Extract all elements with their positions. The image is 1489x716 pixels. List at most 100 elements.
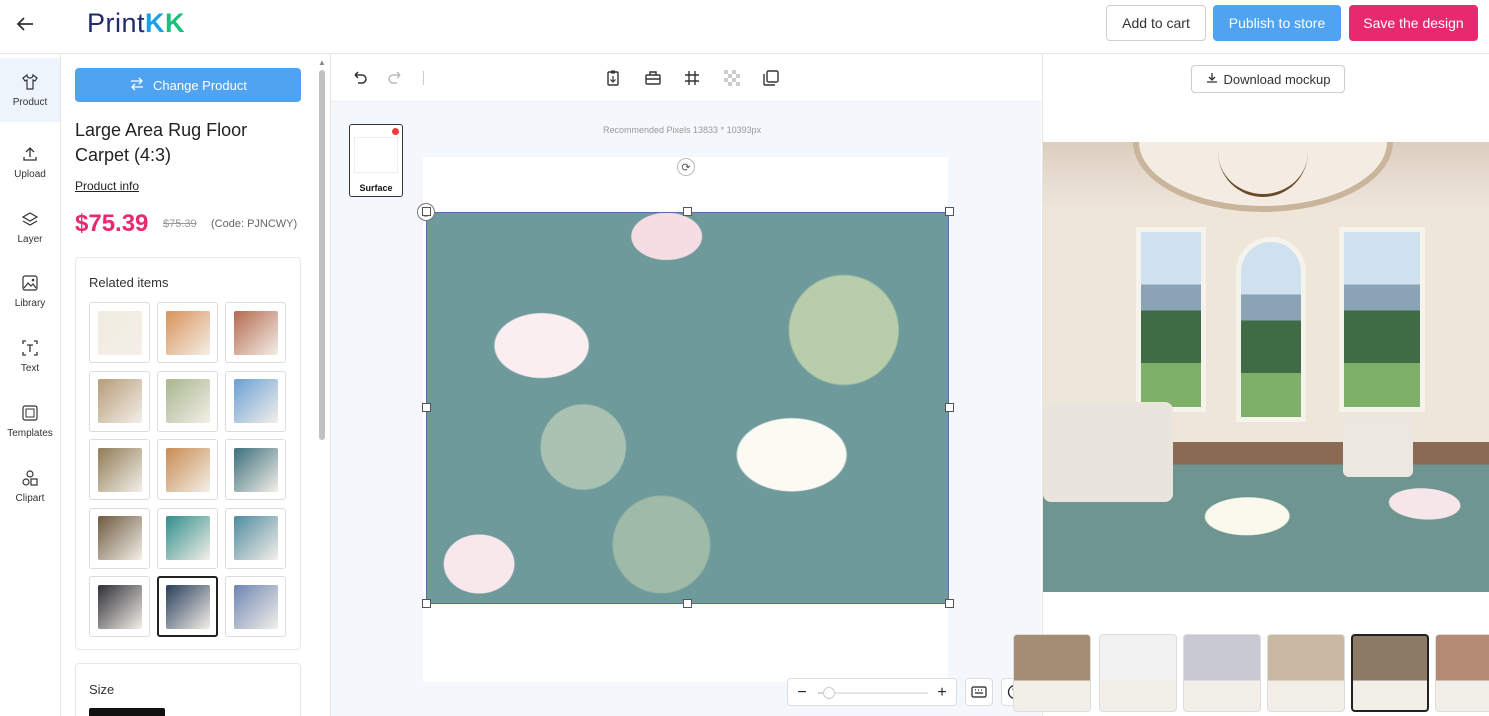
shapes-icon	[21, 469, 39, 487]
size-box: Size	[75, 663, 301, 716]
panel-scrollbar[interactable]: ▲	[318, 58, 326, 708]
related-item-thumbnail[interactable]	[89, 370, 150, 432]
transparency-icon[interactable]	[721, 67, 743, 89]
zoom-control: − +	[787, 678, 957, 706]
related-item-thumbnail[interactable]	[89, 576, 150, 637]
product-code: (Code: PJNCWY)	[211, 218, 298, 230]
download-mockup-button[interactable]: Download mockup	[1191, 65, 1345, 93]
mockup-thumbnail[interactable]	[1183, 634, 1261, 712]
related-item-thumbnail[interactable]	[157, 439, 218, 500]
duplicate-icon[interactable]	[760, 67, 782, 89]
resize-handle-l[interactable]	[422, 403, 431, 412]
related-item-image	[233, 379, 278, 423]
rail-item-templates[interactable]: Templates	[0, 389, 60, 453]
clipboard-icon[interactable]	[602, 67, 624, 89]
toolbar-divider	[423, 71, 424, 85]
mockup-thumbnail[interactable]	[1099, 634, 1177, 712]
mockup-thumbnail[interactable]	[1013, 634, 1091, 712]
templates-icon	[21, 404, 39, 422]
related-item-image	[97, 379, 142, 423]
resize-handle-t[interactable]	[683, 207, 692, 216]
grid-icon[interactable]	[681, 67, 703, 89]
size-option[interactable]	[89, 708, 165, 716]
related-item-thumbnail[interactable]	[225, 507, 286, 569]
related-item-image	[233, 516, 278, 560]
toolbox-icon[interactable]	[642, 67, 664, 89]
printkk-logo[interactable]: PrintKK	[87, 8, 185, 39]
back-arrow-icon[interactable]	[10, 9, 40, 39]
design-image-lotus[interactable]	[426, 212, 949, 604]
mockup-chair	[1343, 417, 1413, 477]
resize-handle-tl[interactable]	[422, 207, 431, 216]
upload-icon	[21, 145, 39, 163]
publish-to-store-button[interactable]: Publish to store	[1213, 5, 1341, 41]
related-item-thumbnail[interactable]	[225, 302, 286, 363]
related-item-thumbnail[interactable]	[89, 302, 150, 363]
related-item-image	[97, 310, 142, 355]
save-design-button[interactable]: Save the design	[1349, 5, 1478, 41]
related-item-image	[165, 447, 210, 492]
related-item-thumbnail[interactable]	[225, 576, 286, 637]
related-item-image	[233, 447, 278, 492]
related-item-thumbnail[interactable]	[89, 507, 150, 569]
zoom-in-button[interactable]: +	[931, 682, 953, 704]
undo-icon[interactable]	[349, 67, 371, 89]
rotate-handle-icon[interactable]: ⟳	[677, 158, 695, 176]
tool-rail: Product Upload Layer Library Text Templa…	[0, 54, 61, 716]
product-info-link[interactable]: Product info	[75, 179, 139, 193]
related-item-thumbnail[interactable]	[157, 302, 218, 363]
related-item-image	[97, 447, 142, 492]
resize-handle-bl[interactable]	[422, 599, 431, 608]
scrollbar-thumb[interactable]	[319, 70, 325, 440]
related-items-box: Related items	[75, 257, 301, 650]
mockup-sofa	[1043, 402, 1173, 502]
related-item-thumbnail[interactable]	[89, 439, 150, 500]
recommended-pixels: Recommended Pixels 13833 * 10393px	[603, 125, 762, 135]
rail-item-text[interactable]: Text	[0, 324, 60, 388]
zoom-slider[interactable]	[818, 687, 928, 699]
rail-item-library[interactable]: Library	[0, 259, 60, 323]
top-header: PrintKK Add to cart Publish to store Sav…	[0, 0, 1489, 54]
mockup-thumbnail[interactable]	[1351, 634, 1429, 712]
rail-item-clipart[interactable]: Clipart	[0, 454, 60, 518]
resize-handle-tr[interactable]	[945, 207, 954, 216]
rail-item-layer[interactable]: Layer	[0, 195, 60, 259]
surface-status-dot	[392, 128, 399, 135]
size-label: Size	[89, 682, 115, 697]
zoom-slider-knob[interactable]	[823, 687, 835, 699]
mockup-window-left	[1136, 227, 1206, 412]
product-price: $75.39	[75, 210, 149, 237]
redo-icon[interactable]	[384, 67, 406, 89]
related-item-thumbnail[interactable]	[157, 507, 218, 569]
design-canvas-area: Surface Recommended Pixels 13833 * 10393…	[331, 54, 1041, 716]
resize-handle-r[interactable]	[945, 403, 954, 412]
change-product-button[interactable]: Change Product	[75, 68, 301, 102]
related-item-image	[165, 516, 210, 560]
related-item-thumbnail[interactable]	[157, 370, 218, 432]
resize-handle-b[interactable]	[683, 599, 692, 608]
original-price: $75.39	[163, 218, 197, 230]
mockup-thumbnail[interactable]	[1267, 634, 1345, 712]
mockup-thumbnail[interactable]	[1435, 634, 1489, 712]
text-icon	[21, 339, 39, 357]
add-to-cart-button[interactable]: Add to cart	[1106, 5, 1206, 41]
surface-thumbnail[interactable]: Surface	[349, 124, 403, 197]
zoom-out-button[interactable]: −	[791, 682, 813, 704]
mockup-thumbnail-strip	[1013, 632, 1489, 716]
related-item-image	[233, 584, 278, 629]
scroll-up-icon[interactable]: ▲	[318, 58, 326, 67]
related-item-thumbnail[interactable]	[225, 370, 286, 432]
keyboard-icon[interactable]	[965, 678, 993, 706]
mockup-window-right	[1339, 227, 1425, 412]
product-title: Large Area Rug Floor Carpet (4:3)	[75, 120, 248, 165]
download-icon	[1206, 72, 1218, 87]
product-panel: Change Product Large Area Rug Floor Carp…	[61, 54, 331, 716]
mockup-panel: Download mockup	[1013, 54, 1489, 716]
related-item-thumbnail[interactable]	[157, 576, 218, 637]
rail-item-product[interactable]: Product	[0, 58, 60, 122]
layers-icon	[21, 210, 39, 228]
related-item-thumbnail[interactable]	[225, 439, 286, 500]
swap-arrows-icon	[129, 77, 145, 94]
resize-handle-br[interactable]	[945, 599, 954, 608]
rail-item-upload[interactable]: Upload	[0, 130, 60, 194]
